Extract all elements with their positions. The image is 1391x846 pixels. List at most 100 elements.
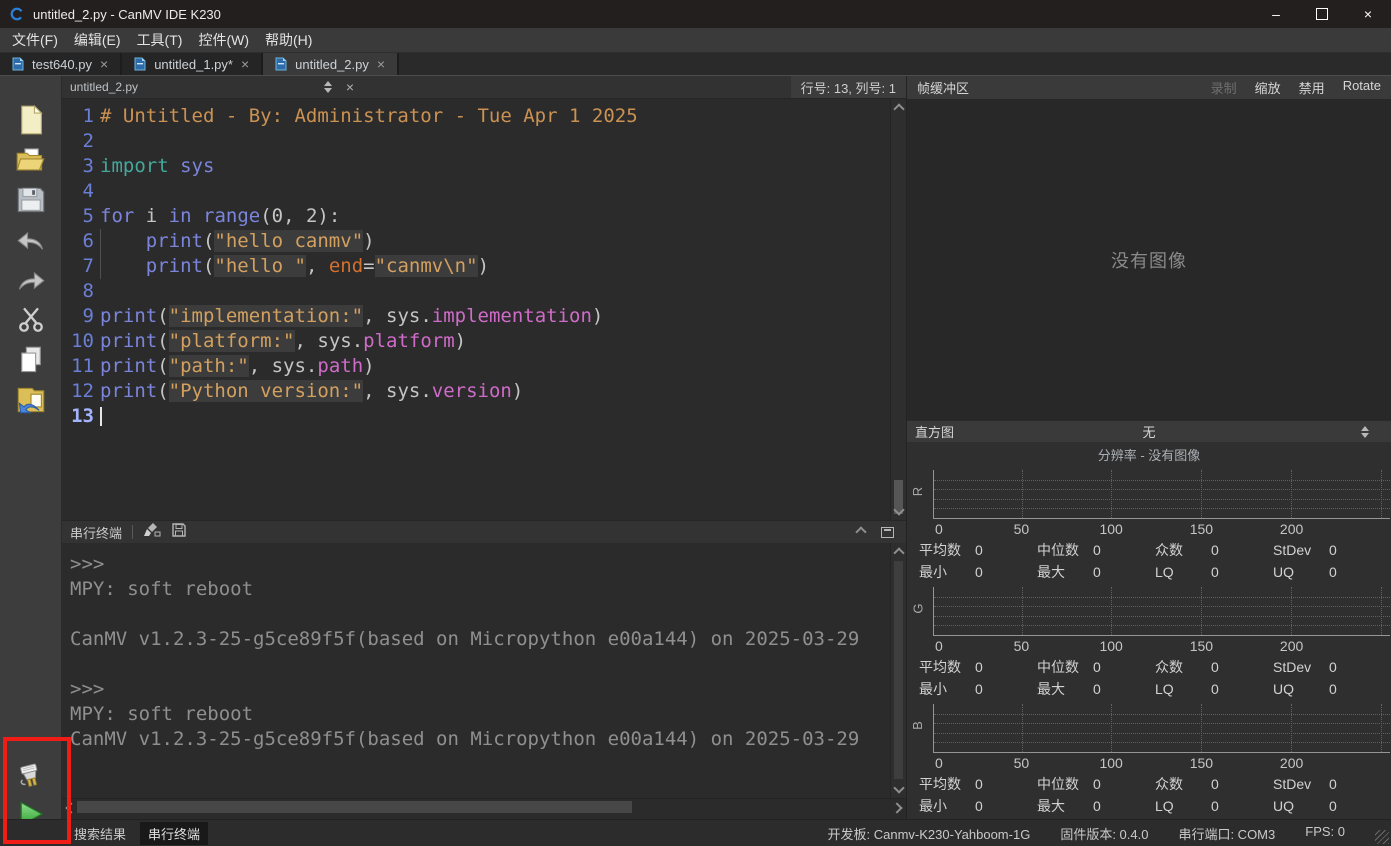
scroll-up-icon[interactable] [893,103,904,114]
open-file-button[interactable] [15,144,46,175]
gridline-h [934,733,1390,734]
stat-label: 平均数 [919,657,975,677]
copy-icon [17,345,45,375]
copy-button[interactable] [15,344,46,375]
new-file-button[interactable] [15,104,46,135]
terminal-header-actions [857,527,898,538]
tab-close-icon[interactable]: × [377,57,385,71]
file-tab-label: untitled_1.py* [154,57,233,72]
menu-item[interactable]: 编辑(E) [74,30,121,50]
paste-button[interactable] [15,384,46,415]
cursor-position-status: 行号: 13, 列号: 1 [791,76,906,98]
gridline-v [1381,704,1382,752]
split-view-icon[interactable] [324,81,332,93]
framebuffer-header: 帧缓冲区 录制缩放禁用Rotate [907,76,1391,99]
connect-board-button[interactable] [15,760,46,791]
stat-value: 0 [1093,564,1101,580]
stat-value: 0 [1329,659,1337,675]
status-info: 开发板: Canmv-K230-Yahboom-1G 固件版本: 0.4.0 串… [828,824,1391,843]
gridline-h [934,508,1390,509]
tab-close-icon[interactable]: × [241,57,249,71]
line-number: 6 [62,229,100,254]
stat-label: StDev [1273,776,1329,792]
scroll-right-icon[interactable] [891,802,902,813]
editor-close-icon[interactable]: × [346,79,354,95]
editor-doc-tab[interactable]: untitled_2.py × [62,76,362,98]
code-line-text [100,404,890,429]
close-button[interactable]: × [1345,0,1391,28]
stat-label: 最大 [1037,796,1093,816]
scroll-left-icon[interactable] [65,802,76,813]
terminal-horizontal-scrollbar[interactable] [62,798,906,815]
redo-button[interactable] [15,264,46,295]
code-line: 13 [62,404,890,429]
histogram-mode-dropdown[interactable]: 无 [1142,422,1155,441]
menu-item[interactable]: 工具(T) [137,30,183,50]
stat-label: UQ [1273,681,1329,697]
minimize-button[interactable]: – [1253,0,1299,28]
stat-value: 0 [1093,681,1101,697]
file-tab-label: test640.py [32,57,92,72]
code-line-text: print("Python version:", sys.version) [100,379,890,404]
stat-cell: 众数0 [1155,539,1273,560]
scroll-up-icon[interactable] [893,547,904,558]
editor-vertical-scrollbar[interactable] [890,99,906,520]
code-editor[interactable]: 1# Untitled - By: Administrator - Tue Ap… [62,99,890,520]
redo-icon [16,267,46,293]
stat-value: 0 [975,681,983,697]
maximize-button[interactable] [1299,0,1345,28]
clear-terminal-button[interactable] [143,522,161,543]
file-icon [134,57,146,71]
terminal-scroll-thumb[interactable] [894,561,903,779]
histogram-plot [933,470,1390,519]
gridline-v [1111,704,1112,752]
tab-close-icon[interactable]: × [100,57,108,71]
status-tab[interactable]: 串行终端 [140,822,208,845]
terminal-vertical-scrollbar[interactable] [890,543,906,798]
menu-item[interactable]: 帮助(H) [265,30,312,50]
text-caret [100,407,102,426]
menu-item[interactable]: 控件(W) [198,30,249,50]
resize-grip[interactable] [1375,830,1389,844]
code-line-text: print("hello canmv") [100,229,890,254]
axis-tick-label: 150 [1190,755,1213,771]
channel-stats: 平均数0中位数0众数0StDev0最小0最大0LQ0UQ0 [907,773,1391,816]
line-number: 5 [62,204,100,229]
horizontal-scroll-thumb[interactable] [77,801,632,813]
floppy-icon [171,522,187,538]
separator [132,525,133,539]
framebuffer-action-button[interactable]: 禁用 [1299,78,1325,97]
status-tab[interactable]: 搜索结果 [66,822,134,845]
plug-icon [15,759,46,793]
collapse-terminal-icon[interactable] [855,526,866,537]
file-tab[interactable]: test640.py × [0,53,122,75]
file-tab[interactable]: untitled_2.py× [263,53,399,75]
stat-value: 0 [975,798,983,814]
save-file-button[interactable] [15,184,46,215]
menu-item[interactable]: 文件(F) [12,30,58,50]
undo-button[interactable] [15,224,46,255]
histogram-resolution-label: 分辨率 - 没有图像 [907,442,1391,466]
dock-terminal-icon[interactable] [881,527,894,538]
histogram-header: 直方图 无 [907,420,1391,442]
stat-value: 0 [1211,542,1219,558]
file-tab[interactable]: untitled_1.py* × [122,53,263,75]
stat-label: 众数 [1155,774,1211,794]
dropdown-arrows-icon[interactable] [1361,426,1369,438]
axis-tick-label: 200 [1280,521,1303,537]
axis-tick-label: 0 [935,638,943,654]
firmware-status: 固件版本: 0.4.0 [1060,824,1148,843]
stat-cell: 最大0 [1037,678,1155,699]
code-line: 6 print("hello canmv") [62,229,890,254]
stat-label: StDev [1273,542,1329,558]
framebuffer-action-button[interactable]: 缩放 [1255,78,1281,97]
line-number: 13 [62,404,100,429]
scroll-down-icon[interactable] [893,782,904,793]
framebuffer-action-rotate[interactable]: Rotate [1343,78,1381,97]
cut-button[interactable] [15,304,46,335]
app-window: untitled_2.py - CanMV IDE K230 – × 文件(F)… [0,0,1391,846]
save-terminal-button[interactable] [171,522,187,543]
stat-value: 0 [1329,798,1337,814]
stat-label: 中位数 [1037,540,1093,560]
terminal-output[interactable]: >>> MPY: soft reboot CanMV v1.2.3-25-g5c… [62,543,890,798]
